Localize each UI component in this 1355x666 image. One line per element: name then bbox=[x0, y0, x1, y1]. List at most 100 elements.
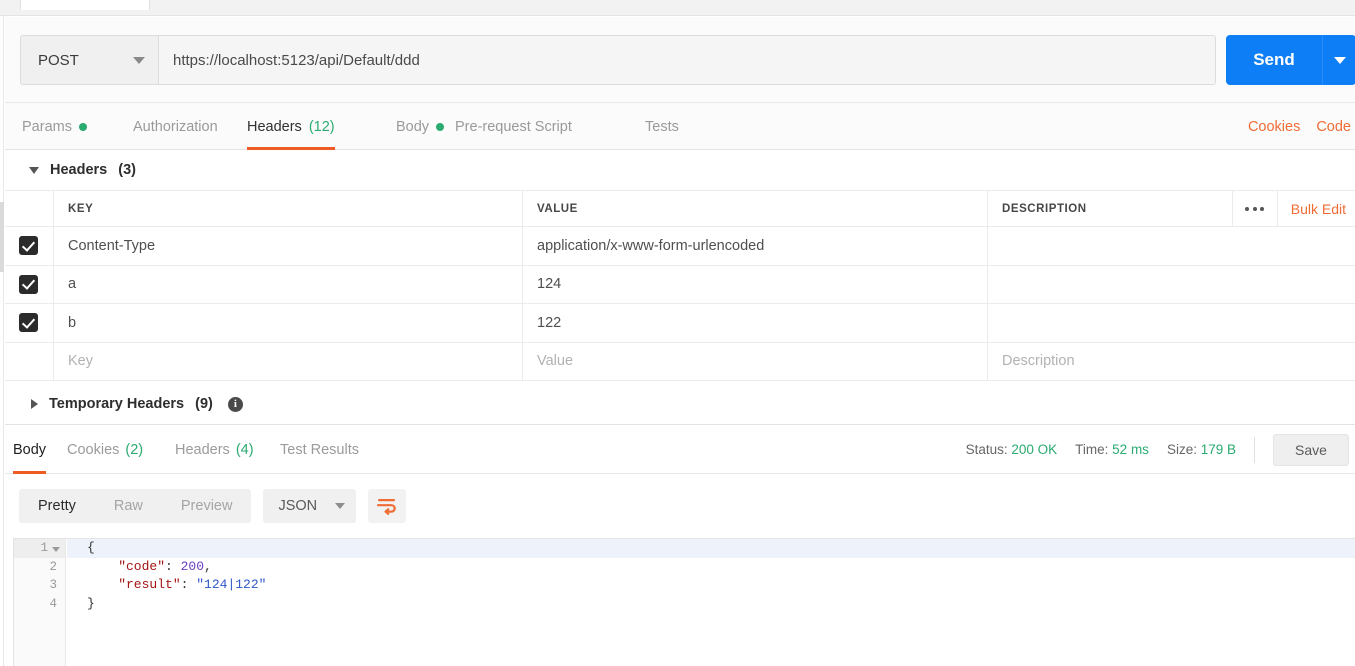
postman-app-window: Ex POST Send Params Authorization bbox=[0, 0, 1355, 666]
send-options-button[interactable] bbox=[1322, 35, 1355, 85]
table-row[interactable]: Content-Type application/x-www-form-urle… bbox=[5, 227, 1355, 266]
tab-tests[interactable]: Tests bbox=[645, 103, 679, 150]
new-header-description-placeholder[interactable]: Description bbox=[1002, 353, 1075, 369]
tab-body[interactable]: Body bbox=[396, 103, 445, 150]
request-tabs-right-links: Cookies Code bbox=[1248, 103, 1355, 150]
tab-body-label: Body bbox=[396, 118, 430, 135]
column-header-value: VALUE bbox=[537, 202, 578, 215]
header-key-value: Content-Type bbox=[68, 237, 156, 254]
header-key-value: a bbox=[68, 276, 77, 293]
response-tab-headers[interactable]: Headers (4) bbox=[175, 425, 254, 474]
response-body-toolbar: Pretty Raw Preview JSON bbox=[5, 474, 1355, 538]
new-header-key-placeholder[interactable]: Key bbox=[68, 353, 93, 369]
row-checkbox[interactable] bbox=[19, 236, 38, 256]
response-tab-cookies-label: Cookies bbox=[67, 441, 120, 458]
header-value-value: 122 bbox=[537, 314, 562, 331]
response-tab-test-results-label: Test Results bbox=[280, 441, 359, 458]
save-response-button[interactable]: Save bbox=[1273, 433, 1349, 466]
chevron-down-icon bbox=[335, 503, 346, 509]
tab-tests-label: Tests bbox=[645, 118, 679, 135]
response-tab-test-results[interactable]: Test Results bbox=[280, 425, 359, 474]
headers-section-header[interactable]: Headers (3) bbox=[5, 150, 1355, 191]
column-header-key: KEY bbox=[68, 202, 94, 215]
view-mode-raw[interactable]: Raw bbox=[95, 489, 162, 523]
size-label: Size: bbox=[1166, 442, 1197, 457]
wrap-lines-button[interactable] bbox=[368, 489, 407, 523]
tab-headers-count: (12) bbox=[308, 118, 335, 135]
scroll-thumb[interactable] bbox=[0, 202, 4, 272]
table-row[interactable]: a 124 bbox=[5, 265, 1355, 304]
header-value-value: application/x-www-form-urlencoded bbox=[537, 237, 765, 254]
headers-table-actions: Bulk Edit bbox=[1231, 191, 1355, 227]
temporary-headers-section-header[interactable]: Temporary Headers (9) i bbox=[5, 384, 1355, 425]
code-link[interactable]: Code bbox=[1316, 119, 1351, 135]
response-body-editor[interactable]: 1 2 3 4 { "code": 200, "result": "124|12… bbox=[13, 538, 1355, 666]
size-meta: Size: 179 B bbox=[1167, 442, 1236, 457]
tab-headers[interactable]: Headers (12) bbox=[247, 103, 335, 150]
headers-table-header-row: KEY VALUE DESCRIPTION Bulk Edit bbox=[5, 191, 1355, 227]
send-button[interactable]: Send bbox=[1226, 35, 1322, 85]
more-options-icon[interactable] bbox=[1231, 191, 1278, 227]
tab-authorization[interactable]: Authorization bbox=[133, 103, 218, 150]
response-tab-headers-count: (4) bbox=[235, 441, 254, 458]
line-number: 4 bbox=[49, 596, 57, 611]
new-header-value-placeholder[interactable]: Value bbox=[537, 353, 573, 369]
response-tabs: Body Cookies (2) Headers (4) Test Result… bbox=[5, 425, 1355, 474]
header-row-checkbox-cell bbox=[5, 304, 53, 342]
request-url-bar: POST Send bbox=[5, 17, 1355, 103]
tab-authorization-label: Authorization bbox=[133, 118, 218, 135]
tab-params-label: Params bbox=[22, 118, 72, 135]
response-meta: Status: 200 OK Time: 52 ms Size: 179 B S… bbox=[966, 425, 1349, 474]
column-header-description: DESCRIPTION bbox=[1002, 202, 1087, 215]
tab-headers-label: Headers bbox=[247, 118, 302, 135]
table-row-new[interactable]: Key Value Description bbox=[5, 342, 1355, 381]
chevron-down-icon bbox=[1333, 56, 1346, 64]
status-meta: Status: 200 OK bbox=[966, 442, 1058, 457]
line-number[interactable]: 1 bbox=[14, 539, 65, 558]
collapse-triangle-icon[interactable] bbox=[29, 166, 39, 174]
header-row-checkbox-cell bbox=[5, 266, 53, 304]
line-number: 2 bbox=[49, 559, 57, 574]
tab-pre-request-script[interactable]: Pre-request Script bbox=[455, 103, 572, 150]
request-url-input[interactable] bbox=[159, 36, 1215, 84]
header-value-value: 124 bbox=[537, 276, 562, 293]
header-row-checkbox-cell bbox=[5, 343, 53, 381]
view-mode-pretty[interactable]: Pretty bbox=[19, 489, 95, 523]
response-tab-headers-label: Headers bbox=[175, 441, 230, 458]
response-view-mode-group: Pretty Raw Preview bbox=[19, 489, 252, 523]
header-row-checkbox-cell bbox=[5, 227, 53, 265]
row-checkbox[interactable] bbox=[19, 274, 38, 294]
temporary-headers-count: (9) bbox=[195, 396, 213, 412]
time-label: Time: bbox=[1075, 442, 1109, 457]
response-format-select[interactable]: JSON bbox=[263, 489, 357, 523]
row-checkbox[interactable] bbox=[19, 313, 38, 333]
response-tab-body[interactable]: Body bbox=[13, 425, 47, 474]
modified-dot-icon bbox=[78, 122, 87, 131]
http-method-select[interactable]: POST bbox=[21, 36, 159, 84]
chevron-down-icon bbox=[133, 56, 145, 64]
left-edge-rail bbox=[0, 16, 4, 666]
code-line: { bbox=[67, 539, 1355, 558]
request-tab-strip bbox=[0, 0, 1355, 16]
code-line: "code": 200, bbox=[87, 558, 212, 574]
response-tab-cookies[interactable]: Cookies (2) bbox=[67, 425, 143, 474]
divider bbox=[1254, 436, 1255, 463]
headers-section-title: Headers bbox=[50, 162, 108, 178]
wrap-lines-icon bbox=[377, 499, 396, 515]
response-tab-cookies-count: (2) bbox=[125, 441, 144, 458]
modified-dot-icon bbox=[436, 122, 445, 131]
expand-triangle-icon[interactable] bbox=[31, 399, 38, 409]
table-row[interactable]: b 122 bbox=[5, 304, 1355, 343]
info-icon[interactable]: i bbox=[227, 396, 243, 412]
time-meta: Time: 52 ms bbox=[1075, 442, 1149, 457]
status-badge: 200 OK bbox=[1011, 442, 1058, 457]
editor-code-content[interactable]: { "code": 200, "result": "124|122" } bbox=[67, 539, 1355, 666]
editor-line-number-gutter: 1 2 3 4 bbox=[14, 539, 66, 666]
header-cell-check bbox=[5, 191, 53, 226]
view-mode-preview[interactable]: Preview bbox=[162, 489, 252, 523]
tab-params[interactable]: Params bbox=[22, 103, 87, 150]
request-tab-fragment[interactable] bbox=[20, 0, 150, 10]
cookies-link[interactable]: Cookies bbox=[1248, 119, 1300, 135]
send-button-group: Send bbox=[1226, 35, 1355, 85]
bulk-edit-link[interactable]: Bulk Edit bbox=[1278, 201, 1355, 217]
